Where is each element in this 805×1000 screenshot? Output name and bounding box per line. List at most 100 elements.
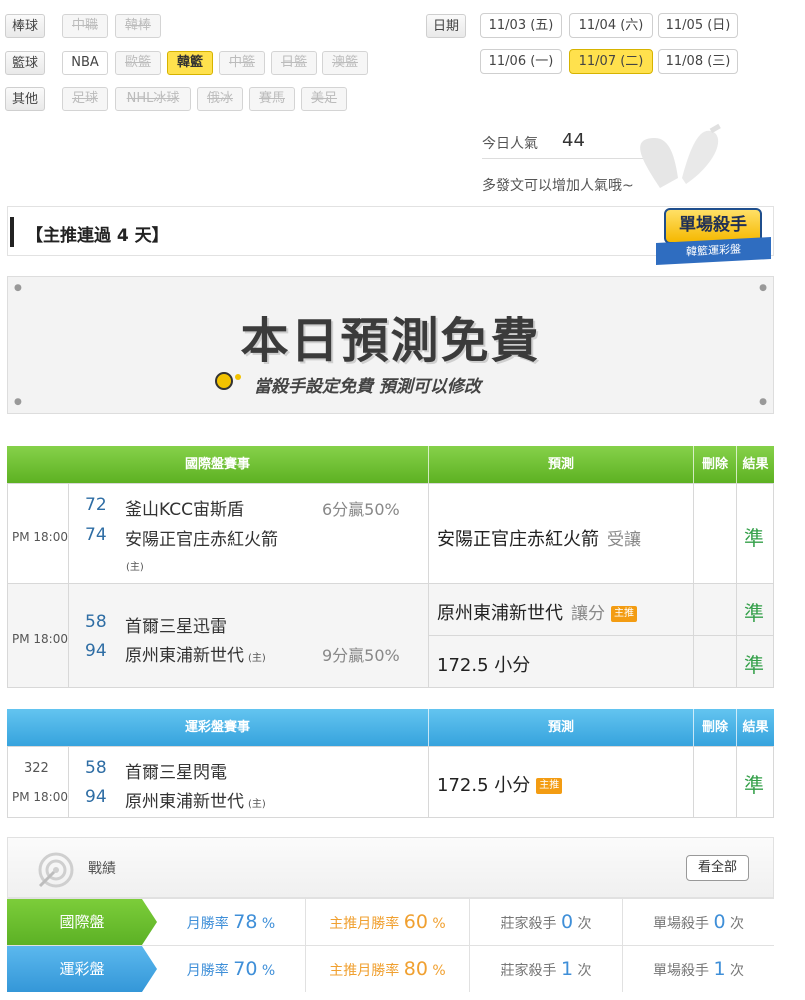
table-row: PM 18:00 58 首爾三星迅雷 94 原州東浦新世代 (主) 9分贏50% …	[8, 583, 773, 688]
spread-line: 6分贏50%	[322, 500, 400, 519]
target-icon	[38, 852, 74, 888]
col-header-prediction: 預測	[428, 709, 693, 746]
league-chip-nfl[interactable]: 美足	[301, 87, 347, 111]
main-pick-badge: 主推	[536, 778, 563, 794]
away-team[interactable]: 首爾三星閃電	[125, 758, 227, 783]
main-month-win-rate: 主推月勝率 60 %	[305, 899, 469, 945]
col-header-result: 結果	[736, 709, 774, 746]
divider	[68, 484, 69, 583]
date-chip-1103[interactable]: 11/03 (五)	[480, 13, 562, 38]
league-chip-soccer[interactable]: 足球	[62, 87, 108, 111]
game-time: PM 18:00	[12, 790, 68, 804]
date-chip-1104[interactable]: 11/04 (六)	[569, 13, 653, 38]
league-chip-kbl[interactable]: 韓籃	[167, 51, 213, 75]
divider	[68, 747, 69, 817]
game-time: PM 18:00	[12, 530, 68, 544]
host-mark: (主)	[248, 798, 266, 810]
date-chip-1105[interactable]: 11/05 (日)	[658, 13, 738, 38]
host-mark: (主)	[248, 652, 266, 664]
banner-title: 本日預測免費	[240, 313, 541, 369]
month-win-rate: 月勝率 78 %	[186, 911, 276, 933]
col-header-prediction: 預測	[428, 446, 693, 483]
butterfly-icon	[640, 123, 721, 188]
prediction-pick: 172.5 小分	[437, 655, 531, 676]
main-month-win-rate: 主推月勝率 80 %	[305, 946, 469, 992]
league-chip-cpbl[interactable]: 中職	[62, 14, 108, 38]
league-chip-nhl[interactable]: NHL冰球	[115, 87, 191, 111]
prediction-pick: 原州東浦新世代 讓分 主推	[437, 599, 637, 625]
spread-line: 9分贏50%	[322, 646, 400, 665]
col-header-event: 國際盤賽事	[184, 457, 250, 472]
game-code: 322	[24, 761, 49, 776]
badge-sub: 韓籃運彩盤	[656, 236, 771, 266]
league-chip-cba[interactable]: 中籃	[219, 51, 265, 75]
popularity-hint: 多發文可以增加人氣哦~	[482, 178, 634, 194]
banner-subtitle: 當殺手設定免費 預測可以修改	[254, 377, 481, 397]
month-win-rate: 月勝率 70 %	[186, 958, 276, 980]
col-header-delete: 刪除	[693, 709, 736, 746]
category-label-other: 其他	[5, 87, 46, 111]
single-killer-count: 單場殺手 1 次	[622, 946, 774, 992]
game-time: PM 18:00	[12, 632, 68, 646]
away-team[interactable]: 首爾三星迅雷	[125, 612, 227, 637]
streak-accent	[10, 217, 14, 247]
away-number: 72	[85, 495, 107, 515]
date-chip-1107[interactable]: 11/07 (二)	[569, 49, 653, 74]
streak-title: 【主推連過 4 天】	[26, 226, 169, 246]
away-number: 58	[85, 612, 107, 632]
result-mark: 準	[744, 653, 764, 677]
col-header-result: 結果	[736, 446, 774, 483]
league-chip-khl[interactable]: 俄冰	[197, 87, 243, 111]
result-mark: 準	[744, 601, 764, 625]
col-header-delete: 刪除	[693, 446, 736, 483]
record-row-intl: 國際盤 月勝率 78 % 主推月勝率 60 % 莊家殺手 0 次 單場殺手 0 …	[7, 898, 774, 945]
divider	[68, 584, 69, 688]
prediction-pick: 安陽正官庄赤紅火箭 受讓	[437, 529, 641, 550]
home-team[interactable]: 原州東浦新世代 (主)	[125, 787, 266, 812]
popularity-value: 44	[562, 130, 585, 151]
date-chip-1106[interactable]: 11/06 (一)	[480, 49, 562, 74]
view-all-button[interactable]: 看全部	[686, 855, 749, 881]
home-team[interactable]: 安陽正官庄赤紅火箭	[125, 525, 278, 550]
league-chip-kbo[interactable]: 韓棒	[115, 14, 161, 38]
single-killer-badge: 單場殺手 韓籃運彩盤	[656, 206, 771, 268]
popularity-label: 今日人氣	[482, 136, 538, 152]
away-number: 58	[85, 758, 107, 778]
league-chip-nbl[interactable]: 澳籃	[322, 51, 368, 75]
away-team[interactable]: 釜山KCC宙斯盾	[125, 495, 244, 520]
rivet-icon: ●	[759, 397, 767, 407]
home-team[interactable]: 原州東浦新世代 (主)	[125, 641, 266, 666]
category-label-baseball: 棒球	[5, 14, 46, 38]
record-title: 戰績	[88, 861, 116, 877]
divider	[736, 484, 737, 583]
main-pick-badge: 主推	[611, 606, 637, 622]
rivet-icon: ●	[14, 397, 22, 407]
home-number: 94	[85, 641, 107, 661]
divider	[428, 484, 429, 583]
host-mark: (主)	[126, 562, 144, 573]
result-mark: 準	[744, 526, 764, 550]
divider	[693, 584, 694, 688]
record-header: 戰績 看全部	[7, 837, 774, 898]
record-tag: 運彩盤	[7, 946, 157, 992]
table-row: 322 PM 18:00 58 首爾三星閃電 94 原州東浦新世代 (主) 172…	[8, 747, 773, 817]
prediction-type: 讓分	[571, 604, 605, 624]
dealer-killer-count: 莊家殺手 0 次	[469, 899, 622, 945]
divider	[428, 747, 429, 817]
bulb-icon	[214, 371, 244, 391]
divider	[736, 584, 737, 688]
league-chip-nba[interactable]: NBA	[62, 51, 108, 75]
table-row: PM 18:00 72 釜山KCC宙斯盾 6分贏50% 74 安陽正官庄赤紅火箭…	[8, 484, 773, 583]
date-chip-1108[interactable]: 11/08 (三)	[658, 49, 738, 74]
result-mark: 準	[744, 773, 764, 797]
home-number: 74	[85, 525, 107, 545]
divider	[736, 747, 737, 817]
divider	[429, 635, 773, 636]
league-chip-horse[interactable]: 賽馬	[249, 87, 295, 111]
lottery-table-header: 運彩盤賽事 預測 刪除 結果	[7, 709, 774, 746]
record-tag: 國際盤	[7, 899, 157, 945]
league-chip-bleague[interactable]: 日籃	[271, 51, 317, 75]
intl-table-header: 國際盤賽事 預測 刪除 結果	[7, 446, 774, 483]
league-chip-euro[interactable]: 歐籃	[115, 51, 161, 75]
divider	[428, 584, 429, 688]
